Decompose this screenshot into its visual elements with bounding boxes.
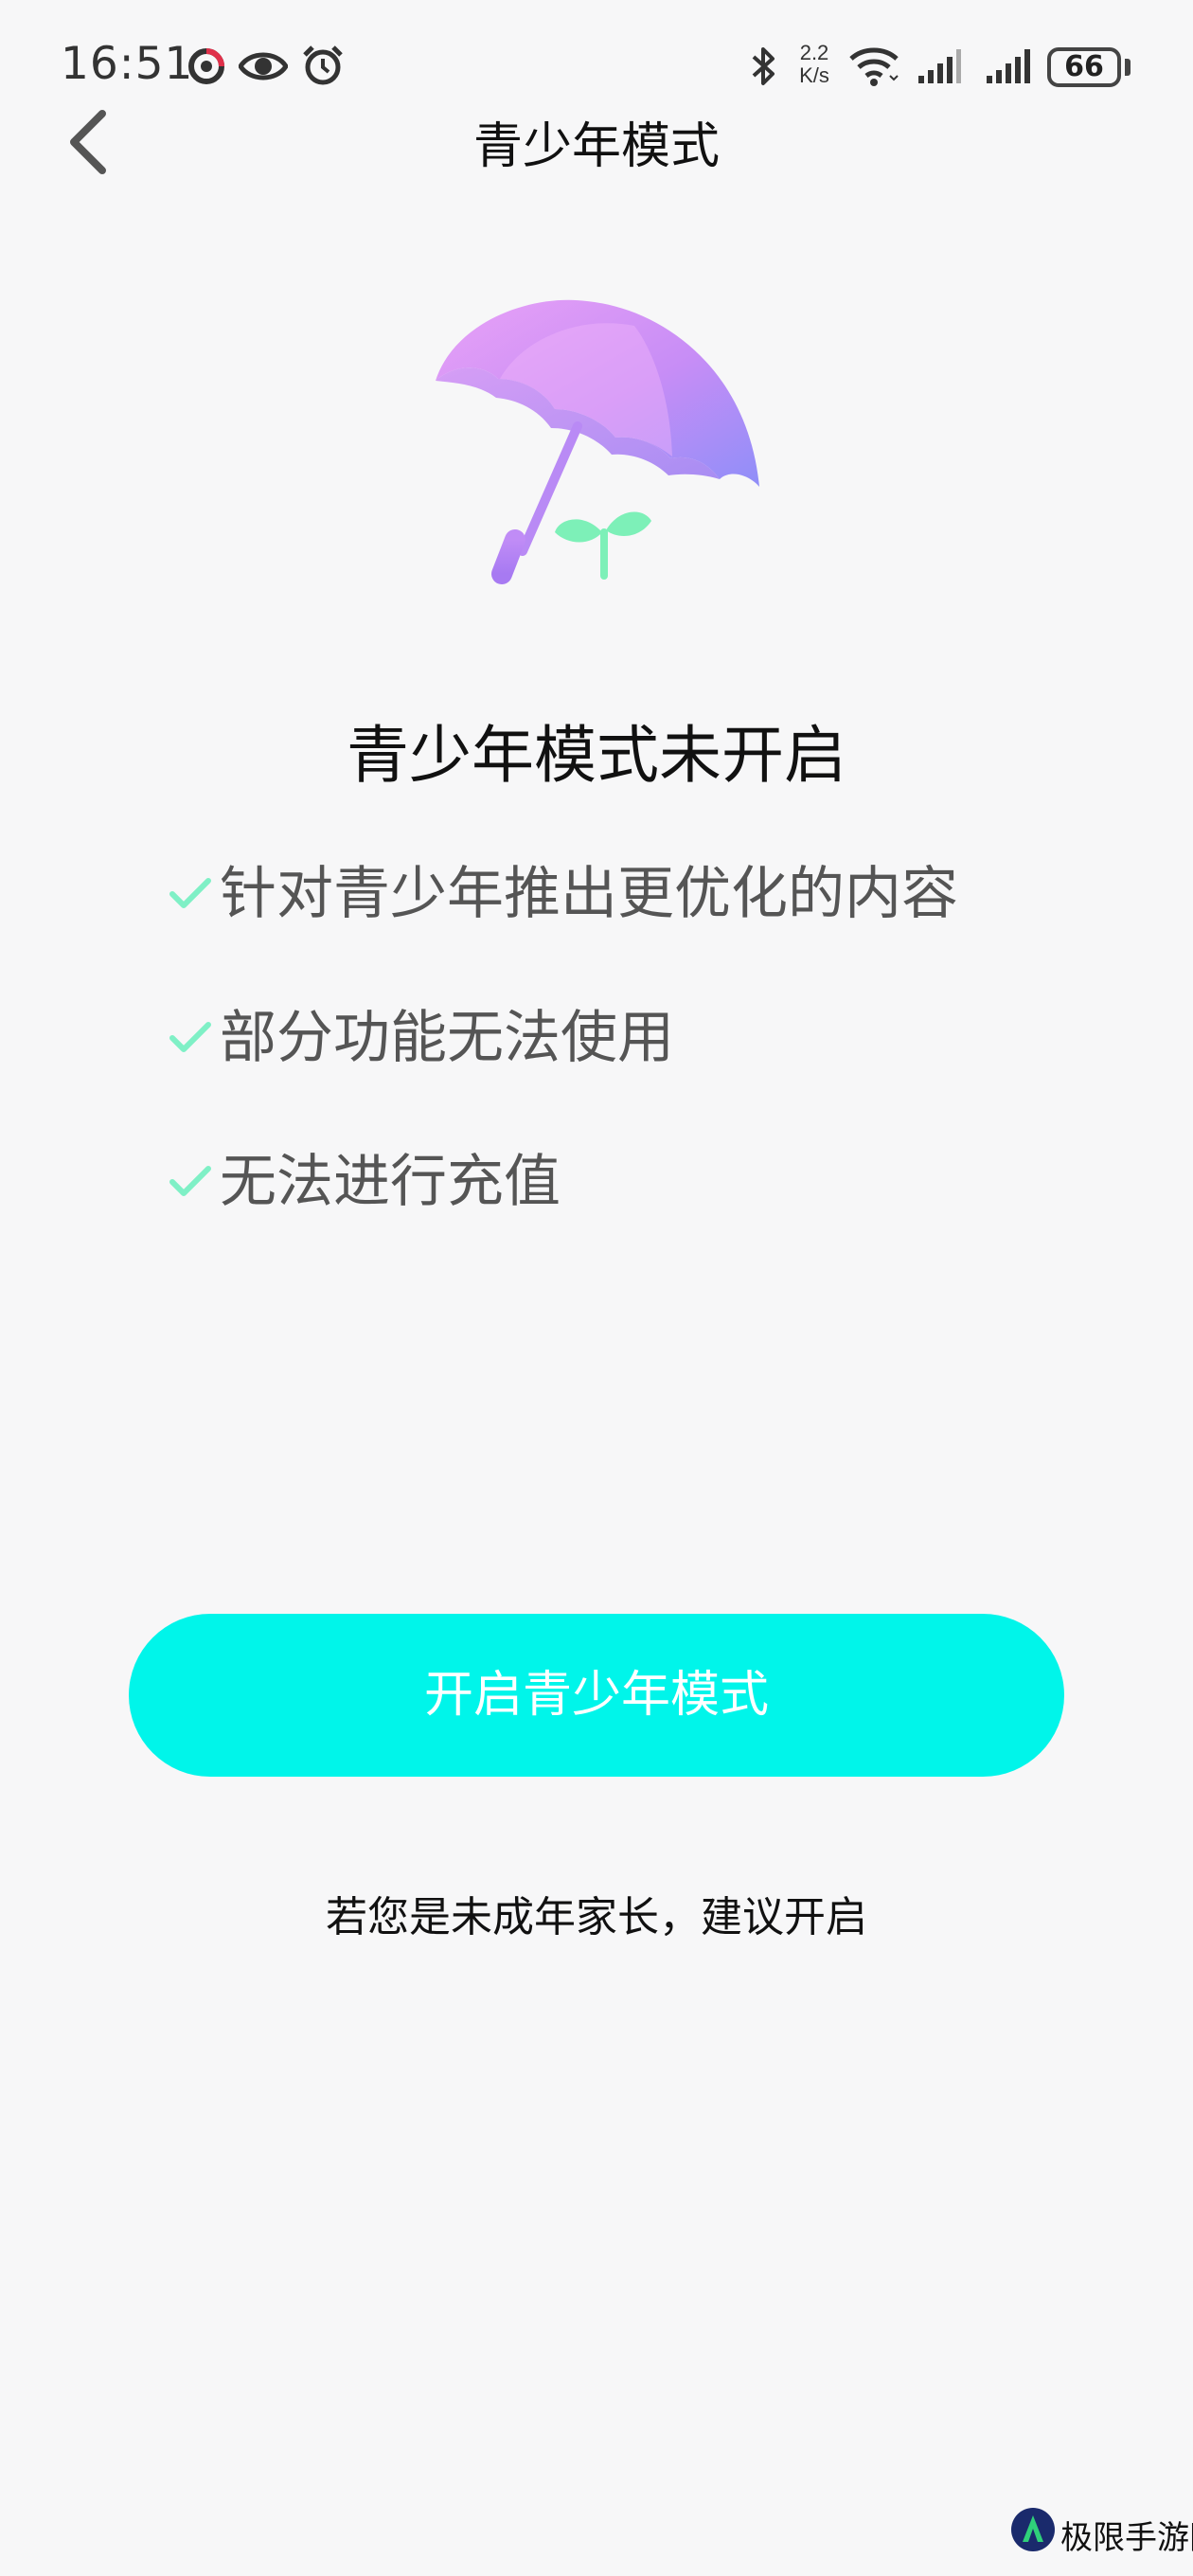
record-ring-icon <box>188 48 224 84</box>
signal-icon <box>918 49 961 83</box>
battery-icon: 66 <box>1047 47 1121 87</box>
umbrella-illustration <box>436 299 759 584</box>
watermark-logo-icon <box>1011 2508 1055 2551</box>
battery-level: 66 <box>1064 50 1104 83</box>
watermark-text: 极限手游网 <box>1060 2519 1193 2557</box>
enable-youth-mode-button[interactable]: 开启青少年模式 <box>129 1614 1064 1777</box>
bluetooth-icon <box>752 47 775 85</box>
signal-icon <box>987 49 1030 83</box>
page-title: 青少年模式 <box>472 118 720 175</box>
mode-status-title: 青少年模式未开启 <box>347 719 846 792</box>
net-speed: 2.2 K/s <box>799 41 829 87</box>
check-icon <box>169 1166 211 1196</box>
alarm-icon <box>303 45 343 85</box>
check-icon <box>169 878 211 908</box>
check-icon <box>169 1022 211 1052</box>
wifi-icon <box>849 47 899 86</box>
parent-hint: 若您是未成年家长，建议开启 <box>326 1893 867 1941</box>
sprout-icon <box>555 511 651 580</box>
feature-text: 无法进行充值 <box>220 1149 561 1215</box>
status-bar: 16:51 2.2 K/s 66 <box>0 0 1193 114</box>
feature-text: 针对青少年推出更优化的内容 <box>220 861 958 927</box>
watermark: 极限手游网 <box>1009 2491 1193 2576</box>
eye-icon <box>239 52 288 80</box>
battery-tip <box>1125 59 1131 76</box>
feature-text: 部分功能无法使用 <box>220 1005 674 1071</box>
status-time: 16:51 <box>61 38 194 90</box>
